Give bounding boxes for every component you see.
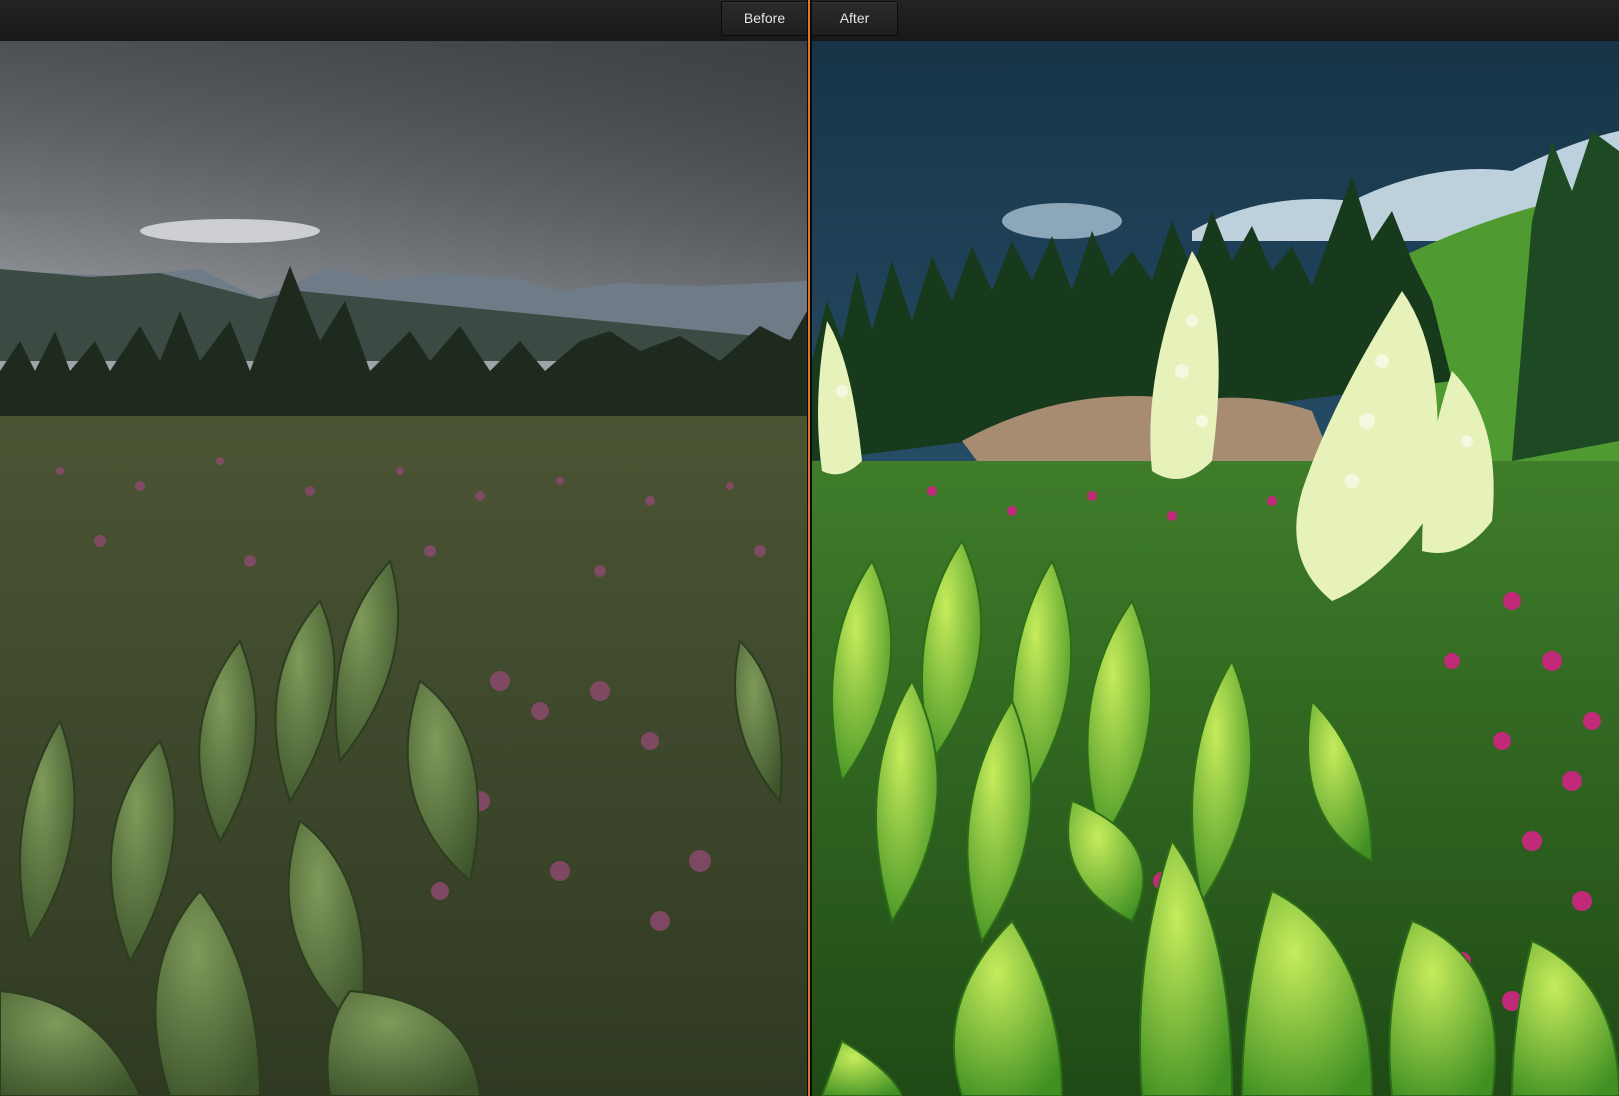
after-pane bbox=[812, 41, 1619, 1096]
before-photo bbox=[0, 41, 807, 1096]
before-after-viewer: Before After bbox=[0, 0, 1619, 1096]
split-divider-handle[interactable] bbox=[803, 0, 816, 1096]
before-button[interactable]: Before bbox=[721, 1, 808, 36]
before-pane bbox=[0, 41, 807, 1096]
after-button[interactable]: After bbox=[811, 1, 898, 36]
after-photo bbox=[812, 41, 1619, 1096]
